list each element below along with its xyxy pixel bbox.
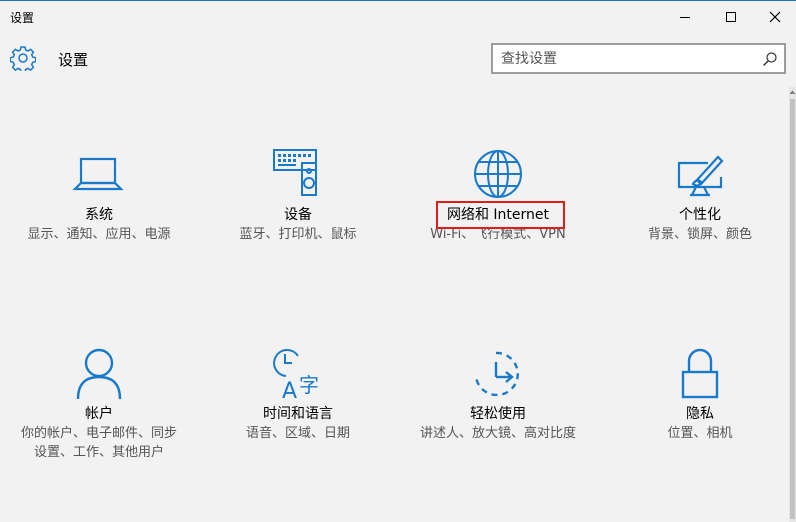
tile-name: 帐户 bbox=[85, 406, 113, 422]
tile-description: 背景、锁屏、颜色 bbox=[647, 227, 752, 242]
tile-name: 轻松使用 bbox=[470, 406, 526, 422]
maximize-icon bbox=[726, 12, 736, 22]
tile-system[interactable]: 系统 显示、通知、应用、电源 bbox=[14, 147, 184, 244]
minimize-icon bbox=[680, 17, 690, 18]
tile-devices[interactable]: 设备 蓝牙、打印机、鼠标 bbox=[213, 147, 383, 244]
minimize-button[interactable] bbox=[662, 1, 708, 33]
close-button[interactable] bbox=[752, 1, 796, 33]
tile-description: 语音、区域、日期 bbox=[245, 426, 350, 441]
scrollbar-thumb[interactable] bbox=[790, 99, 795, 519]
globe-icon bbox=[474, 150, 522, 198]
time-language-icon: A 字 bbox=[273, 349, 319, 402]
ease-of-access-icon bbox=[474, 351, 519, 397]
lock-icon bbox=[681, 348, 719, 399]
tile-name: 隐私 bbox=[686, 406, 714, 422]
tile-description: 蓝牙、打印机、鼠标 bbox=[239, 227, 357, 242]
tile-name: 网络和 Internet bbox=[446, 207, 550, 223]
maximize-button[interactable] bbox=[708, 1, 754, 33]
svg-text:字: 字 bbox=[299, 373, 319, 397]
personalization-icon bbox=[677, 155, 724, 197]
title-bar: 设置 bbox=[0, 1, 796, 33]
vertical-scrollbar[interactable] bbox=[789, 87, 796, 522]
tile-description: Wi-Fi、飞行模式、VPN bbox=[430, 227, 566, 242]
tile-privacy[interactable]: 隐私 位置、相机 bbox=[615, 346, 785, 443]
tile-network[interactable]: 网络和 Internet Wi-Fi、飞行模式、VPN bbox=[413, 147, 583, 244]
tile-name: 个性化 bbox=[679, 207, 721, 223]
settings-window: 设置 设置 查找设置 系统 显示、通知、应用、电源 设备 蓝牙、打印机、鼠标 网… bbox=[0, 0, 796, 522]
search-input[interactable] bbox=[501, 49, 751, 69]
tile-name: 设备 bbox=[284, 207, 312, 223]
tile-name: 系统 bbox=[85, 207, 113, 223]
window-title: 设置 bbox=[10, 11, 35, 25]
app-header: 设置 bbox=[0, 37, 796, 81]
tile-personalization[interactable]: 个性化 背景、锁屏、颜色 bbox=[615, 147, 785, 244]
tile-accounts[interactable]: 帐户 你的帐户、电子邮件、同步设置、工作、其他用户 bbox=[14, 346, 184, 462]
laptop-icon bbox=[72, 157, 124, 191]
tile-ease-of-access[interactable]: 轻松使用 讲述人、放大镜、高对比度 bbox=[413, 346, 583, 443]
tile-name: 时间和语言 bbox=[263, 406, 333, 422]
page-title: 设置 bbox=[58, 51, 89, 69]
close-icon bbox=[769, 11, 781, 23]
tile-description: 你的帐户、电子邮件、同步设置、工作、其他用户 bbox=[20, 426, 177, 460]
svg-text:A: A bbox=[282, 379, 297, 402]
tile-description: 位置、相机 bbox=[667, 426, 733, 441]
tile-description: 讲述人、放大镜、高对比度 bbox=[419, 426, 576, 441]
scroll-up-button[interactable] bbox=[789, 87, 796, 97]
tile-time-language[interactable]: A 字 时间和语言 语音、区域、日期 bbox=[213, 346, 383, 443]
person-icon bbox=[76, 348, 122, 400]
chevron-up-icon bbox=[789, 90, 796, 94]
search-box[interactable] bbox=[491, 43, 786, 74]
search-icon[interactable] bbox=[762, 51, 778, 67]
tile-description: 显示、通知、应用、电源 bbox=[27, 227, 171, 242]
devices-icon bbox=[273, 149, 317, 196]
gear-icon bbox=[10, 46, 36, 71]
